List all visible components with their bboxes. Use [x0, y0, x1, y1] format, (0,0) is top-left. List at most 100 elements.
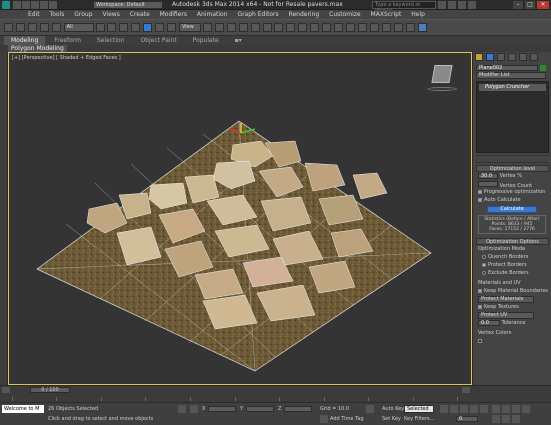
open-file-icon[interactable]: [22, 1, 30, 9]
auto-key-button[interactable]: Auto Key: [382, 405, 404, 413]
mirror-icon[interactable]: [298, 23, 308, 32]
select-object-icon[interactable]: [95, 23, 105, 32]
modifier-stack-item[interactable]: Polygon Cruncher: [479, 84, 546, 91]
bind-space-warp-icon[interactable]: [51, 23, 61, 32]
lock-selection-icon[interactable]: [178, 405, 186, 413]
keep-material-checkbox[interactable]: [478, 288, 482, 293]
redo-icon[interactable]: [15, 23, 25, 32]
next-frame-button-icon[interactable]: [470, 405, 478, 413]
rectangle-selection-icon[interactable]: [119, 23, 129, 32]
angle-snap-icon[interactable]: [250, 23, 260, 32]
link-icon[interactable]: [27, 23, 37, 32]
menu-rendering[interactable]: Rendering: [285, 10, 324, 19]
tolerance-spinner[interactable]: 0.0: [478, 320, 500, 326]
create-tab-icon[interactable]: [475, 53, 483, 61]
go-to-start-icon[interactable]: [440, 405, 448, 413]
add-time-tag-icon[interactable]: [320, 415, 328, 423]
unlink-icon[interactable]: [39, 23, 49, 32]
community-icon[interactable]: [448, 1, 456, 9]
progressive-checkbox[interactable]: [478, 189, 482, 194]
perspective-viewport[interactable]: [+] [Perspective] [ Shaded + Edged Faces…: [8, 52, 472, 385]
menu-modifiers[interactable]: Modifiers: [156, 10, 191, 19]
key-filters-button[interactable]: Key Filters...: [404, 415, 434, 423]
rendered-frame-window-icon[interactable]: [405, 23, 415, 32]
layer-manager-icon[interactable]: [334, 23, 344, 32]
zoom-all-icon[interactable]: [502, 405, 510, 413]
new-file-icon[interactable]: [13, 1, 21, 9]
menu-edit[interactable]: Edit: [24, 10, 44, 19]
protect-materials-dropdown[interactable]: Protect Materials: [478, 296, 534, 303]
tab-object-paint[interactable]: Object Paint: [133, 36, 183, 45]
search-input[interactable]: Type a keyword or phrase: [372, 1, 436, 14]
absolute-mode-icon[interactable]: [190, 405, 198, 413]
utilities-tab-icon[interactable]: [529, 53, 538, 61]
field-of-view-icon[interactable]: [522, 405, 530, 413]
ribbon-options-icon[interactable]: ▪▾: [228, 36, 249, 45]
quench-borders-radio[interactable]: [482, 254, 486, 259]
select-and-rotate-icon[interactable]: [155, 23, 165, 32]
help-icon[interactable]: [468, 1, 476, 9]
set-key-button[interactable]: Set Key: [382, 415, 401, 423]
snaps-toggle-icon[interactable]: [238, 23, 248, 32]
align-icon[interactable]: [310, 23, 320, 32]
window-crossing-icon[interactable]: [131, 23, 141, 32]
zoom-icon[interactable]: [492, 405, 500, 413]
key-selection-dropdown[interactable]: Selected: [404, 405, 434, 413]
protect-uv-dropdown[interactable]: Protect UV: [478, 312, 534, 319]
optimization-options-rollout[interactable]: Optimization Options: [476, 238, 549, 245]
tab-modeling[interactable]: Modeling: [4, 36, 46, 45]
vertex-count-spinner[interactable]: [478, 181, 498, 187]
display-tab-icon[interactable]: [518, 53, 527, 61]
manipulate-icon[interactable]: [214, 23, 224, 32]
vertex-colors-checkbox[interactable]: [478, 338, 482, 343]
tab-populate[interactable]: Populate: [186, 36, 226, 45]
menu-animation[interactable]: Animation: [193, 10, 232, 19]
keep-textures-checkbox[interactable]: [478, 304, 482, 309]
menu-tools[interactable]: Tools: [46, 10, 69, 19]
zoom-extents-icon[interactable]: [512, 405, 520, 413]
schematic-view-icon[interactable]: [369, 23, 379, 32]
modifier-stack[interactable]: Polygon Cruncher: [476, 81, 549, 153]
object-name-field[interactable]: Plane002: [476, 65, 538, 71]
scene-explorer-icon[interactable]: [322, 23, 332, 32]
maximize-viewport-icon[interactable]: [512, 415, 520, 423]
menu-graph-editors[interactable]: Graph Editors: [233, 10, 282, 19]
protect-borders-radio[interactable]: [482, 262, 486, 267]
workspace-dropdown[interactable]: Workspace: Default: [93, 1, 163, 9]
minimize-icon[interactable]: –: [513, 1, 523, 9]
vertex-percent-spinner[interactable]: 30.0: [478, 173, 498, 179]
play-icon[interactable]: [460, 405, 468, 413]
menu-help[interactable]: Help: [407, 10, 429, 19]
motion-tab-icon[interactable]: [507, 53, 516, 61]
maxscript-listener[interactable]: Welcome to M: [2, 405, 44, 413]
tab-freeform[interactable]: Freeform: [47, 36, 88, 45]
hierarchy-tab-icon[interactable]: [496, 53, 505, 61]
x-coordinate-field[interactable]: [208, 406, 236, 412]
selection-filter-dropdown[interactable]: All: [63, 23, 94, 32]
material-editor-icon[interactable]: [381, 23, 391, 32]
render-production-icon[interactable]: [417, 23, 427, 32]
edit-named-selections-icon[interactable]: [286, 23, 296, 32]
select-and-scale-icon[interactable]: [167, 23, 177, 32]
calculate-button[interactable]: Calculate: [487, 206, 537, 213]
modify-tab-icon[interactable]: [485, 53, 494, 61]
menu-customize[interactable]: Customize: [325, 10, 365, 19]
spinner-snap-icon[interactable]: [274, 23, 284, 32]
tab-selection[interactable]: Selection: [90, 36, 132, 45]
undo-icon[interactable]: [40, 1, 48, 9]
search-icon[interactable]: [438, 1, 446, 9]
z-coordinate-field[interactable]: [284, 406, 312, 412]
modifier-list-dropdown[interactable]: Modifier List: [476, 72, 546, 79]
select-by-name-icon[interactable]: [107, 23, 117, 32]
curve-editor-icon[interactable]: [357, 23, 367, 32]
y-coordinate-field[interactable]: [246, 406, 274, 412]
maximize-icon[interactable]: □: [525, 1, 535, 9]
pivot-center-icon[interactable]: [202, 23, 212, 32]
add-time-tag-label[interactable]: Add Time Tag: [330, 415, 364, 423]
render-setup-icon[interactable]: [393, 23, 403, 32]
next-frame-icon[interactable]: [462, 387, 470, 393]
graphite-toggle-icon[interactable]: [345, 23, 355, 32]
ribbon-panel-label[interactable]: Polygon Modeling: [8, 45, 67, 52]
menu-views[interactable]: Views: [98, 10, 123, 19]
orbit-icon[interactable]: [502, 415, 510, 423]
